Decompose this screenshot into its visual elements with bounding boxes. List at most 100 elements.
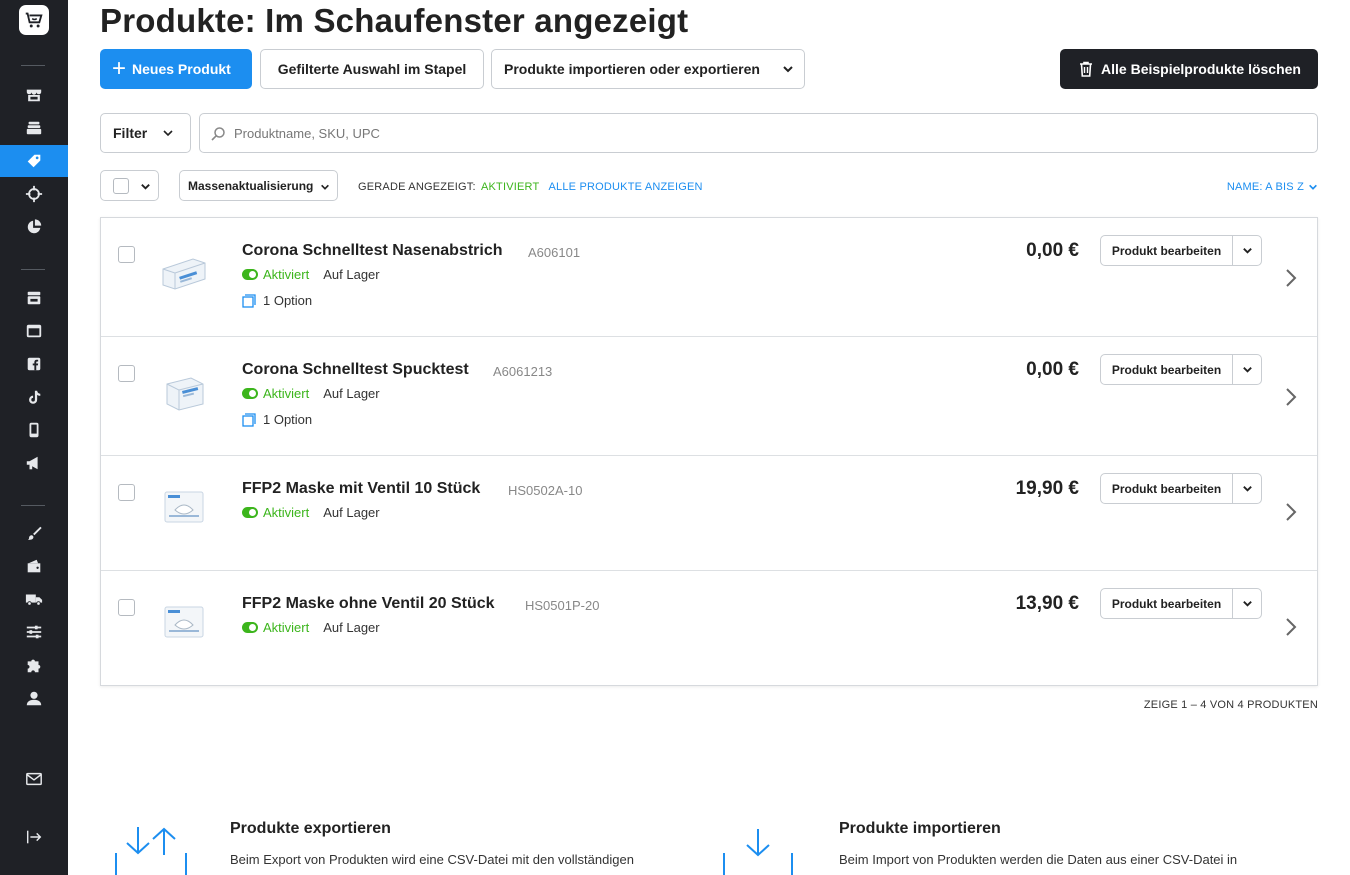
- target-icon[interactable]: [0, 178, 68, 210]
- edit-product-dropdown[interactable]: [1233, 474, 1261, 503]
- product-status: Aktiviert Auf Lager: [242, 267, 380, 282]
- design-brush-icon[interactable]: [0, 517, 68, 549]
- product-sku: HS0502A-10: [508, 483, 583, 498]
- options-label: 1 Option: [263, 293, 313, 308]
- edit-product-group: Produkt bearbeiten: [1100, 588, 1262, 619]
- edit-product-button[interactable]: Produkt bearbeiten: [1101, 589, 1233, 618]
- shipping-truck-icon[interactable]: [0, 583, 68, 615]
- chevron-down-icon: [1242, 486, 1252, 492]
- product-thumbnail[interactable]: [159, 253, 209, 295]
- product-checkbox[interactable]: [118, 599, 135, 616]
- product-status: Aktiviert Auf Lager: [242, 505, 380, 520]
- status-label: Aktiviert: [263, 505, 310, 520]
- edit-product-dropdown[interactable]: [1233, 355, 1261, 384]
- product-sku: A606101: [528, 245, 581, 260]
- status-label: Aktiviert: [263, 620, 310, 635]
- edit-product-dropdown[interactable]: [1233, 589, 1261, 618]
- export-title: Produkte exportieren: [230, 820, 391, 837]
- filter-button[interactable]: Filter: [100, 113, 191, 153]
- product-thumbnail[interactable]: [159, 486, 209, 528]
- options-label: 1 Option: [263, 412, 313, 427]
- product-status: Aktiviert Auf Lager: [242, 620, 380, 635]
- product-checkbox[interactable]: [118, 365, 135, 382]
- product-search-box: [199, 113, 1318, 153]
- new-product-label: Neues Produkt: [132, 61, 231, 77]
- edit-product-button[interactable]: Produkt bearbeiten: [1101, 474, 1233, 503]
- product-name[interactable]: FFP2 Maske mit Ventil 10 Stück: [242, 480, 480, 498]
- edit-product-group: Produkt bearbeiten: [1100, 354, 1262, 385]
- import-title: Produkte importieren: [839, 820, 1001, 837]
- product-name[interactable]: Corona Schnelltest Spucktest: [242, 361, 469, 379]
- batch-edit-button[interactable]: Gefilterte Auswahl im Stapel: [260, 49, 484, 89]
- currently-shown-value: AKTIVIERT: [480, 181, 540, 193]
- product-sku: HS0501P-20: [525, 598, 600, 613]
- sidebar-divider: [21, 269, 45, 270]
- product-sku: A6061213: [493, 364, 553, 379]
- select-all-dropdown[interactable]: [100, 170, 159, 201]
- product-checkbox[interactable]: [118, 484, 135, 501]
- product-list: Corona Schnelltest Nasenabstrich A606101…: [100, 217, 1318, 686]
- wallet-icon[interactable]: [0, 550, 68, 582]
- search-icon: [211, 127, 225, 141]
- page-title: Produkte: Im Schaufenster angezeigt: [100, 2, 689, 39]
- product-options[interactable]: 1 Option: [242, 293, 312, 308]
- product-thumbnail[interactable]: [159, 601, 209, 643]
- mass-update-select[interactable]: Massenaktualisierung: [179, 170, 338, 201]
- account-icon[interactable]: [0, 682, 68, 714]
- edit-product-button[interactable]: Produkt bearbeiten: [1101, 236, 1233, 265]
- product-row[interactable]: FFP2 Maske mit Ventil 10 Stück HS0502A-1…: [101, 456, 1317, 571]
- edit-product-group: Produkt bearbeiten: [1100, 235, 1262, 266]
- edit-product-dropdown[interactable]: [1233, 236, 1261, 265]
- chevron-down-icon: [1309, 184, 1317, 190]
- store-icon[interactable]: [0, 79, 68, 111]
- status-toggle-icon[interactable]: [242, 388, 258, 399]
- chevron-right-icon[interactable]: [1284, 502, 1298, 522]
- browser-icon[interactable]: [0, 315, 68, 347]
- chevron-right-icon[interactable]: [1284, 268, 1298, 288]
- reports-pie-icon[interactable]: [0, 211, 68, 243]
- import-export-button[interactable]: Produkte importieren oder exportieren: [491, 49, 805, 89]
- mobile-icon[interactable]: [0, 414, 68, 446]
- mass-update-label: Massenaktualisierung: [188, 178, 314, 193]
- chevron-right-icon[interactable]: [1284, 617, 1298, 637]
- sort-dropdown[interactable]: NAME: A BIS Z: [1227, 181, 1318, 193]
- product-price: 19,90 €: [1015, 478, 1079, 499]
- product-row[interactable]: Corona Schnelltest Nasenabstrich A606101…: [101, 218, 1317, 337]
- status-toggle-icon[interactable]: [242, 622, 258, 633]
- product-row[interactable]: Corona Schnelltest Spucktest A6061213 Ak…: [101, 337, 1317, 456]
- select-all-checkbox[interactable]: [113, 178, 129, 194]
- tiktok-icon[interactable]: [0, 381, 68, 413]
- product-options[interactable]: 1 Option: [242, 412, 312, 427]
- batch-edit-label: Gefilterte Auswahl im Stapel: [277, 61, 467, 77]
- mail-icon[interactable]: [0, 763, 68, 795]
- plus-icon: +: [112, 55, 127, 82]
- product-name[interactable]: FFP2 Maske ohne Ventil 20 Stück: [242, 595, 495, 613]
- product-thumbnail[interactable]: [159, 372, 209, 414]
- shop-icon[interactable]: [0, 282, 68, 314]
- product-row[interactable]: FFP2 Maske ohne Ventil 20 Stück HS0501P-…: [101, 571, 1317, 685]
- chevron-right-icon[interactable]: [1284, 387, 1298, 407]
- store-logo-icon[interactable]: [19, 5, 49, 35]
- status-toggle-icon[interactable]: [242, 507, 258, 518]
- product-checkbox[interactable]: [118, 246, 135, 263]
- show-all-products-link[interactable]: ALLE PRODUKTE ANZEIGEN: [548, 181, 702, 193]
- marketing-icon[interactable]: [0, 447, 68, 479]
- chevron-down-icon: [1242, 601, 1252, 607]
- settings-sliders-icon[interactable]: [0, 616, 68, 648]
- sidebar-divider: [21, 65, 45, 66]
- delete-sample-products-label: Alle Beispielprodukte löschen: [1101, 61, 1301, 77]
- delete-sample-products-button[interactable]: Alle Beispielprodukte löschen: [1060, 49, 1318, 89]
- search-input[interactable]: [234, 122, 1294, 144]
- products-tag-icon[interactable]: [0, 145, 68, 177]
- status-toggle-icon[interactable]: [242, 269, 258, 280]
- catalog-icon[interactable]: [0, 112, 68, 144]
- apps-puzzle-icon[interactable]: [0, 649, 68, 681]
- import-text: Beim Import von Produkten werden die Dat…: [839, 852, 1238, 867]
- product-name[interactable]: Corona Schnelltest Nasenabstrich: [242, 242, 503, 260]
- chevron-down-icon: [1242, 367, 1252, 373]
- edit-product-button[interactable]: Produkt bearbeiten: [1101, 355, 1233, 384]
- stock-label: Auf Lager: [323, 386, 380, 401]
- facebook-icon[interactable]: [0, 348, 68, 380]
- collapse-icon[interactable]: [0, 821, 68, 853]
- new-product-button[interactable]: + Neues Produkt: [100, 49, 252, 89]
